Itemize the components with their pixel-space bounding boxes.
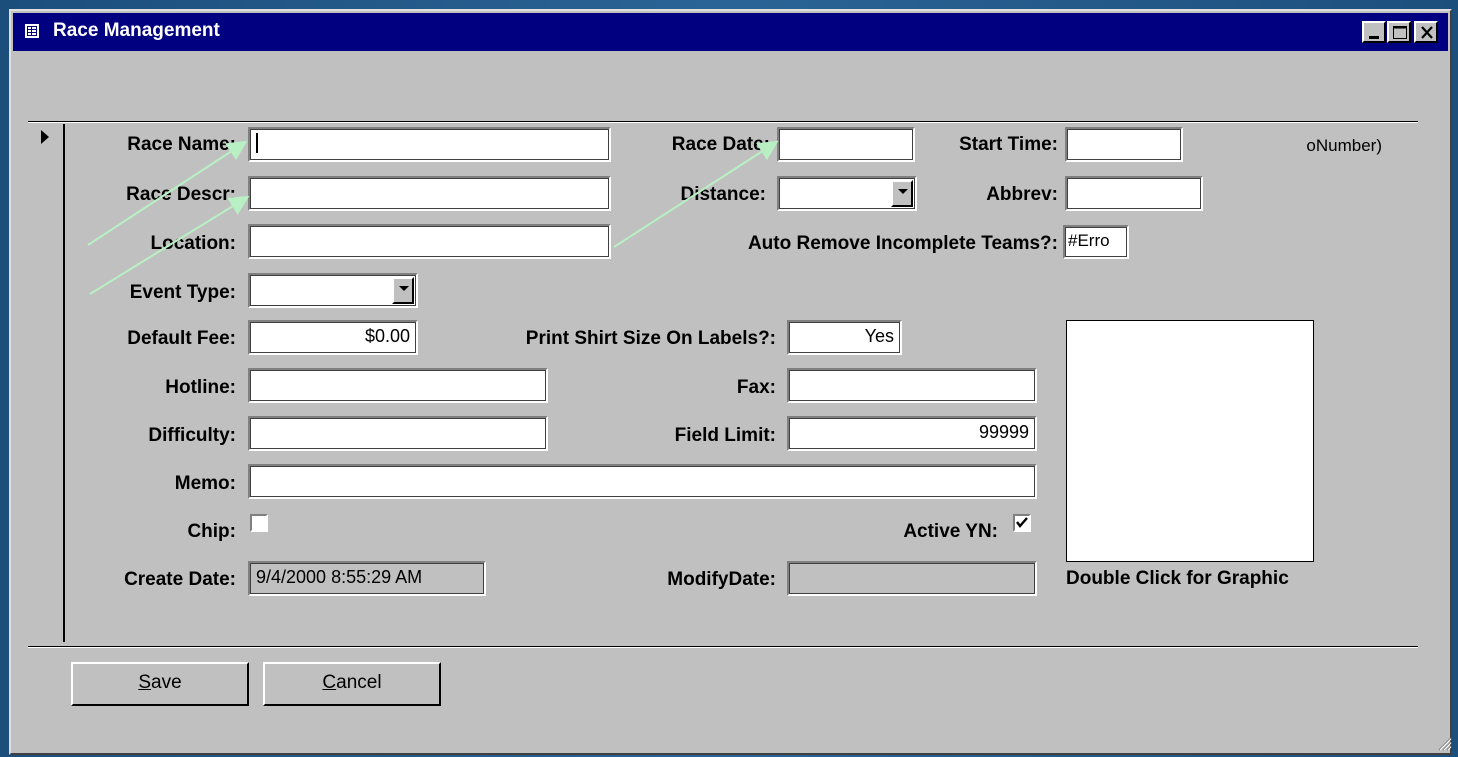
difficulty-input[interactable] bbox=[248, 416, 548, 451]
default-fee-input[interactable]: $0.00 bbox=[248, 320, 418, 355]
minimize-icon bbox=[1369, 36, 1379, 39]
checkmark-icon bbox=[1016, 517, 1028, 528]
fax-label: Fax: bbox=[736, 377, 776, 398]
close-button[interactable] bbox=[1414, 21, 1438, 43]
maximize-icon bbox=[1393, 26, 1407, 39]
print-shirt-size-input[interactable]: Yes bbox=[787, 320, 902, 355]
race-name-input[interactable] bbox=[248, 127, 611, 162]
auto-remove-label: Auto Remove Incomplete Teams?: bbox=[747, 233, 1058, 254]
hotline-input[interactable] bbox=[248, 368, 548, 403]
race-date-label: Race Date: bbox=[671, 134, 770, 155]
create-date-field: 9/4/2000 8:55:29 AM bbox=[248, 561, 486, 596]
difficulty-label: Difficulty: bbox=[148, 425, 236, 446]
start-time-input[interactable] bbox=[1065, 127, 1183, 162]
active-yn-checkbox[interactable] bbox=[1013, 514, 1031, 532]
close-icon bbox=[1421, 26, 1433, 39]
memo-label: Memo: bbox=[174, 473, 236, 494]
field-limit-input[interactable]: 99999 bbox=[787, 416, 1037, 451]
race-descr-input[interactable] bbox=[248, 176, 611, 211]
save-mnemonic: S bbox=[138, 672, 152, 693]
save-button[interactable]: Save bbox=[71, 662, 249, 706]
cancel-mnemonic: C bbox=[322, 672, 337, 693]
title-bar[interactable]: Race Management bbox=[13, 13, 1448, 51]
modify-date-label: ModifyDate: bbox=[667, 569, 776, 590]
field-limit-label: Field Limit: bbox=[674, 425, 776, 446]
fax-input[interactable] bbox=[787, 368, 1037, 403]
event-type-label: Event Type: bbox=[129, 282, 236, 303]
create-date-label: Create Date: bbox=[124, 569, 236, 590]
race-name-label: Race Name: bbox=[127, 134, 236, 155]
distance-label: Distance: bbox=[680, 184, 766, 205]
distance-select[interactable] bbox=[777, 176, 917, 211]
abbrev-input[interactable] bbox=[1065, 176, 1203, 211]
event-type-select[interactable] bbox=[248, 273, 418, 308]
race-graphic-box[interactable] bbox=[1066, 320, 1314, 562]
start-time-label: Start Time: bbox=[959, 134, 1058, 155]
current-record-arrow-icon bbox=[41, 130, 49, 144]
default-fee-label: Default Fee: bbox=[127, 328, 236, 349]
auto-remove-input[interactable]: #Erro bbox=[1063, 225, 1129, 259]
cancel-label-rest: ancel bbox=[336, 672, 382, 693]
print-shirt-size-label: Print Shirt Size On Labels?: bbox=[525, 328, 776, 349]
chip-checkbox[interactable] bbox=[250, 514, 268, 532]
event-type-dropdown-button[interactable] bbox=[392, 277, 414, 304]
maximize-button[interactable] bbox=[1387, 21, 1411, 43]
save-label-rest: ave bbox=[151, 672, 182, 693]
race-date-input[interactable] bbox=[777, 127, 915, 162]
detail-top-divider bbox=[28, 121, 1418, 123]
race-descr-label: Race Descr: bbox=[126, 184, 236, 205]
minimize-button[interactable] bbox=[1362, 21, 1386, 43]
resize-grip-icon[interactable] bbox=[1436, 735, 1452, 751]
location-label: Location: bbox=[150, 233, 237, 254]
footer-divider bbox=[28, 646, 1418, 648]
text-caret bbox=[256, 133, 258, 153]
chip-label: Chip: bbox=[187, 521, 236, 542]
active-yn-label: Active YN: bbox=[903, 521, 998, 542]
truncated-control-text: oNumber) bbox=[1306, 136, 1382, 155]
cancel-button[interactable]: Cancel bbox=[263, 662, 441, 706]
form-icon bbox=[25, 24, 39, 38]
location-input[interactable] bbox=[248, 224, 611, 259]
modify-date-field bbox=[787, 561, 1037, 596]
chevron-down-icon bbox=[399, 286, 409, 291]
memo-input[interactable] bbox=[248, 464, 1037, 499]
window-title: Race Management bbox=[53, 20, 220, 41]
hotline-label: Hotline: bbox=[165, 377, 236, 398]
abbrev-label: Abbrev: bbox=[986, 184, 1058, 205]
graphic-caption: Double Click for Graphic bbox=[1066, 568, 1289, 589]
